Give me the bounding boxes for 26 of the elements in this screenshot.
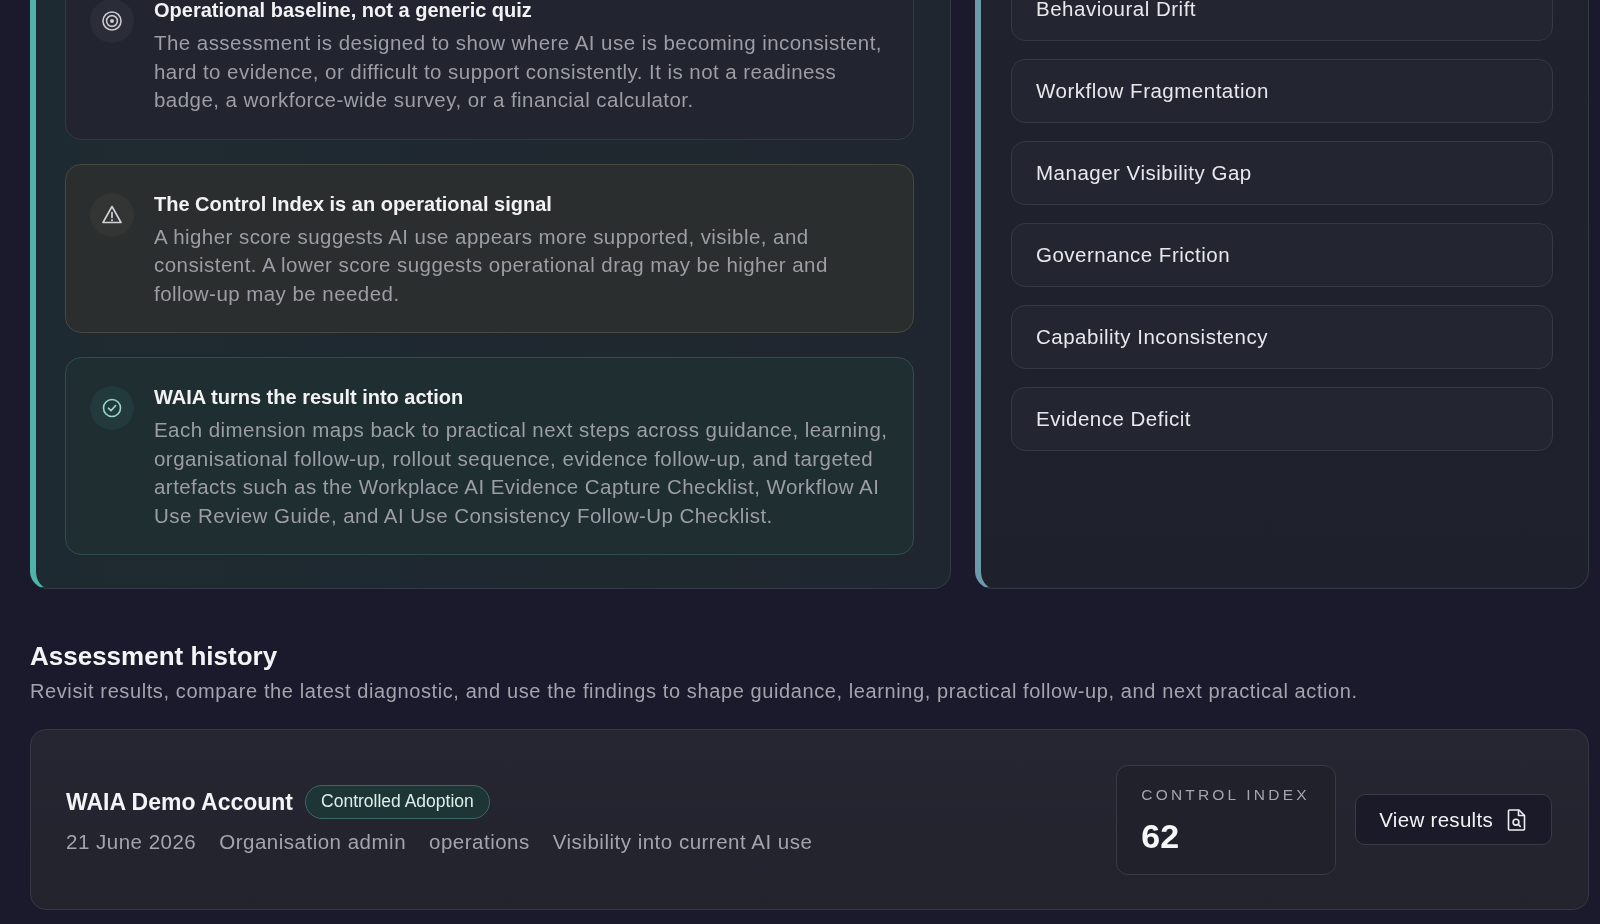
meta-text: Visibility into current AI use	[552, 828, 813, 855]
document-search-icon	[1507, 808, 1526, 831]
dimension-item: Workflow Fragmentation	[1011, 59, 1553, 123]
score-value: 62	[1141, 815, 1181, 856]
dimension-item: Evidence Deficit	[1011, 387, 1553, 451]
note-text: Each dimension maps back to practical next steps across guidance, learning, organisational follow-up, rollout sequence, evidence follow-up, and targeted artefacts such as the Workplace AI Evidence Capture Checklist, Workflow AI Use Review Guide, and AI Use Consistency Follow-Up Checklist.	[154, 417, 889, 529]
dimension-item: Capability Inconsistency	[1011, 305, 1553, 369]
section-description: Revisit results, compare the latest diagnostic, and use the findings to shape guidance, learning, practical follow-up, and next practical action.	[30, 679, 1359, 704]
check-circle-icon	[90, 386, 134, 430]
note-title: Operational baseline, not a generic quiz	[154, 0, 533, 22]
score-label: CONTROL INDEX	[1141, 784, 1311, 805]
note-text: The assessment is designed to show where AI use is becoming inconsistent, hard to evidence, or difficult to support consistently. It is not a readiness badge, a workforce-wide survey, or a financial calculator.	[154, 30, 883, 113]
view-results-button[interactable]: View results	[1355, 794, 1552, 845]
note-text: A higher score suggests AI use appears more supported, visible, and consistent. A lower score suggests operational drag may be higher and follow-up may be needed.	[154, 223, 829, 307]
section-title: Assessment history	[30, 640, 279, 672]
account-name: WAIA Demo Account	[66, 787, 294, 817]
meta-text: operations	[429, 828, 530, 855]
warning-icon	[90, 192, 134, 237]
dimension-item: Governance Friction	[1011, 223, 1553, 287]
dimension-item: Behavioural Drift	[1011, 0, 1553, 41]
note-title: The Control Index is an operational signal	[154, 191, 553, 216]
note-title: WAIA turns the result into action	[154, 385, 465, 409]
status-badge: Controlled Adoption	[305, 784, 490, 819]
meta-text: 21 June 2026	[66, 828, 197, 855]
meta-text: Organisation admin	[219, 828, 407, 855]
dimension-item: Manager Visibility Gap	[1011, 141, 1553, 205]
